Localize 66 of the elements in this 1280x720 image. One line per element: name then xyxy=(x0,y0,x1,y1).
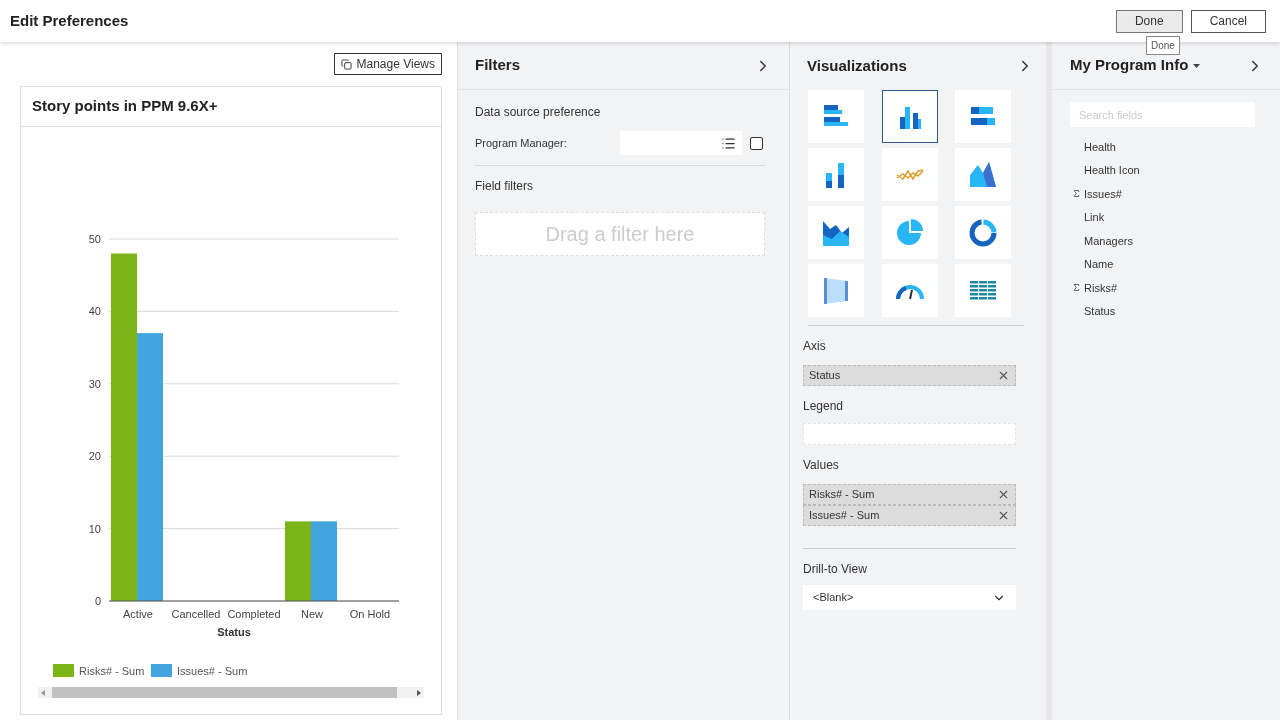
section-label: Field filters xyxy=(475,178,534,195)
remove-icon[interactable] xyxy=(997,509,1010,522)
visualization-tile[interactable] xyxy=(881,264,938,317)
drill-to-view-dropdown[interactable]: <Blank> xyxy=(803,585,1016,610)
visualization-tile[interactable] xyxy=(955,90,1012,143)
remove-icon[interactable] xyxy=(997,369,1010,382)
remove-icon[interactable] xyxy=(997,488,1010,501)
page-title: Edit Preferences xyxy=(10,10,129,31)
visualization-tile[interactable] xyxy=(808,90,864,143)
list-icon[interactable] xyxy=(721,135,736,151)
axis-tick-label: 30 xyxy=(88,377,101,390)
axis-tick-label: 20 xyxy=(88,450,101,463)
sigma-icon xyxy=(1072,283,1081,293)
visualization-tile[interactable] xyxy=(808,264,864,317)
field-list-item[interactable]: Health Icon xyxy=(1072,158,1280,182)
field-list-item[interactable]: Link xyxy=(1072,205,1280,229)
axis-tick-label: 0 xyxy=(94,595,101,607)
legend-label: Issues# - Sum xyxy=(177,665,248,677)
dropdown-caret-icon[interactable] xyxy=(1193,63,1201,68)
visualization-tile[interactable] xyxy=(955,264,1012,317)
visualization-tile[interactable] xyxy=(881,90,938,143)
visualization-tile[interactable] xyxy=(955,148,1012,201)
category-label: Cancelled xyxy=(171,608,221,620)
cancel-button[interactable]: Cancel xyxy=(1190,9,1266,33)
program-manager-field[interactable] xyxy=(620,131,742,155)
section-label: Drill-to View xyxy=(803,561,868,578)
field-label: Program Manager: xyxy=(475,135,568,151)
field-list-item[interactable]: Status xyxy=(1072,299,1280,323)
visualization-tile[interactable] xyxy=(955,206,1012,259)
card-title: Story points in PPM 9.6X+ xyxy=(32,96,218,117)
checkbox[interactable] xyxy=(750,136,763,150)
copy-icon xyxy=(340,58,352,70)
done-button[interactable]: Done xyxy=(1115,9,1183,33)
horizontal-scrollbar[interactable] xyxy=(38,687,424,698)
category-label: On Hold xyxy=(349,608,391,620)
field-list-item[interactable]: Name xyxy=(1072,252,1280,276)
field-chip[interactable]: Risks# - Sum xyxy=(803,484,1016,505)
section-label: Data source preference xyxy=(475,104,602,121)
visualization-tile[interactable] xyxy=(881,206,938,259)
axis-title: Status xyxy=(217,626,251,638)
field-list-item[interactable]: Health xyxy=(1072,135,1280,159)
axis-tick-label: 10 xyxy=(88,522,101,535)
field-list-item[interactable]: Issues# xyxy=(1072,182,1280,206)
panel-title: Visualizations xyxy=(807,55,907,76)
axis-tick-label: 50 xyxy=(88,233,101,245)
field-chip[interactable]: Issues# - Sum xyxy=(803,505,1016,526)
field-list-item[interactable]: Managers xyxy=(1072,229,1280,253)
field-chip[interactable]: Status xyxy=(803,365,1016,386)
section-label: Legend xyxy=(803,398,845,415)
section-label: Values xyxy=(803,457,840,474)
sigma-icon xyxy=(1072,189,1081,199)
scroll-right-icon[interactable] xyxy=(416,689,421,696)
visualization-tile[interactable] xyxy=(808,148,864,201)
manage-views-button[interactable]: Manage Views xyxy=(333,53,442,75)
category-label: Completed xyxy=(227,608,281,620)
section-label: Axis xyxy=(803,338,827,355)
category-label: Active xyxy=(123,608,153,620)
tooltip: Done xyxy=(1145,35,1180,55)
legend-label: Risks# - Sum xyxy=(79,665,145,677)
field-list-item[interactable]: Risks# xyxy=(1072,276,1280,300)
visualization-tile[interactable] xyxy=(808,206,864,259)
axis-tick-label: 40 xyxy=(88,305,101,318)
panel-title: Filters xyxy=(475,55,520,76)
panel-title: My Program Info xyxy=(1070,55,1189,76)
category-label: New xyxy=(301,608,323,620)
visualization-tile[interactable] xyxy=(881,148,938,201)
